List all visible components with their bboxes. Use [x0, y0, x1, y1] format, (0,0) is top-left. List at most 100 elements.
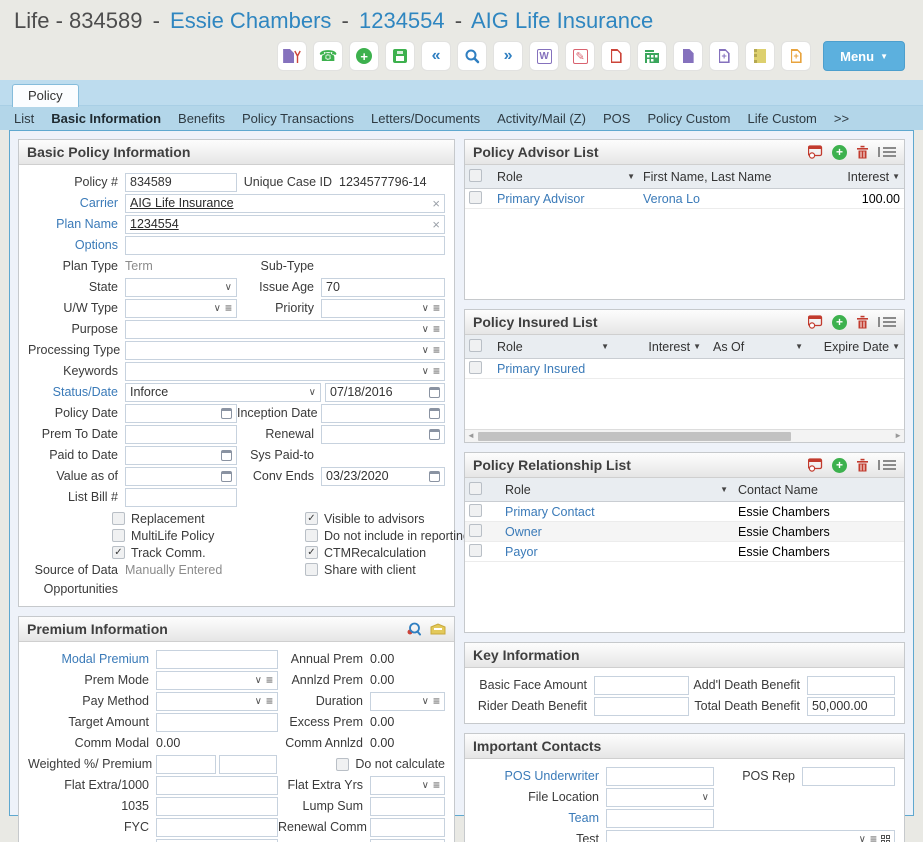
- clear-carrier-icon[interactable]: ×: [432, 196, 440, 211]
- insured-as-of-column[interactable]: As Of▼: [701, 340, 803, 354]
- filter-icon[interactable]: ▼: [627, 172, 635, 181]
- lump-sum-input[interactable]: [370, 797, 445, 816]
- prem-to-date-input[interactable]: [125, 425, 237, 444]
- subtab-basic-information[interactable]: Basic Information: [51, 111, 161, 126]
- list-menu-icon[interactable]: [878, 147, 896, 157]
- row-checkbox[interactable]: [469, 361, 482, 374]
- call-button[interactable]: ☎: [313, 41, 343, 71]
- relationship-row[interactable]: Payor Essie Chambers: [465, 542, 904, 562]
- uw-type-select[interactable]: ∨≡: [125, 299, 237, 318]
- options-input[interactable]: [125, 236, 445, 255]
- flat-extra-yrs-select[interactable]: ∨≡: [370, 776, 445, 795]
- filter-icon[interactable]: ▼: [892, 172, 900, 181]
- subtab-letters-documents[interactable]: Letters/Documents: [371, 111, 480, 126]
- row-checkbox[interactable]: [469, 504, 482, 517]
- add-button[interactable]: +: [349, 41, 379, 71]
- calendar-icon[interactable]: [429, 408, 440, 419]
- organization-button[interactable]: [637, 41, 667, 71]
- subtab-overflow[interactable]: >>: [834, 111, 849, 126]
- relationship-row[interactable]: Owner Essie Chambers: [465, 522, 904, 542]
- export-file-button[interactable]: +: [781, 41, 811, 71]
- policy-number-link[interactable]: 1234554: [359, 8, 445, 33]
- renewal-input[interactable]: [321, 425, 445, 444]
- audit-search-icon[interactable]: [406, 622, 421, 636]
- addl-death-benefit-input[interactable]: [807, 676, 895, 695]
- save-button[interactable]: [385, 41, 415, 71]
- prem-mode-select[interactable]: ∨≡: [156, 671, 278, 690]
- weighted-percent-input[interactable]: [156, 755, 216, 774]
- status-date-input[interactable]: 07/18/2016: [325, 383, 445, 402]
- purpose-select[interactable]: ∨≡: [125, 320, 445, 339]
- target-amount-input[interactable]: [156, 713, 278, 732]
- pos-rep-input[interactable]: [802, 767, 895, 786]
- calendar-icon[interactable]: [429, 387, 440, 398]
- filter-icon[interactable]: ▼: [892, 342, 900, 351]
- relationship-role-link[interactable]: Owner: [505, 525, 738, 539]
- advisor-name-link[interactable]: Verona Lo: [635, 192, 807, 206]
- carrier-link[interactable]: AIG Life Insurance: [471, 8, 653, 33]
- list-lookup-icon[interactable]: ≡: [266, 694, 273, 708]
- subtab-policy-custom[interactable]: Policy Custom: [647, 111, 730, 126]
- pos-underwriter-input[interactable]: [606, 767, 714, 786]
- insured-role-column[interactable]: Role▼: [497, 340, 609, 354]
- add-document-button[interactable]: +: [709, 41, 739, 71]
- archive-icon[interactable]: [430, 623, 446, 635]
- advisor-row[interactable]: Primary Advisor Verona Lo 100.00: [465, 189, 904, 209]
- select-all-checkbox[interactable]: [469, 169, 482, 182]
- next-record-button[interactable]: »: [493, 41, 523, 71]
- multilife-policy-checkbox[interactable]: [112, 529, 125, 542]
- contact-link[interactable]: Essie Chambers: [170, 8, 331, 33]
- add-row-icon[interactable]: +: [832, 145, 847, 160]
- rider-death-benefit-input[interactable]: [594, 697, 689, 716]
- calendar-icon[interactable]: [221, 471, 232, 482]
- insured-row[interactable]: Primary Insured: [465, 359, 904, 379]
- advisor-name-column[interactable]: First Name, Last Name: [635, 170, 807, 184]
- insured-role-link[interactable]: Primary Insured: [497, 362, 585, 376]
- list-lookup-icon[interactable]: ≡: [266, 673, 273, 687]
- advisor-role-column[interactable]: Role▼: [497, 170, 635, 184]
- team-label[interactable]: Team: [474, 811, 606, 825]
- insured-expire-column[interactable]: Expire Date▼: [803, 340, 900, 354]
- grid-settings-icon[interactable]: [808, 145, 823, 159]
- delete-icon[interactable]: [856, 458, 869, 472]
- list-bill-input[interactable]: [125, 488, 237, 507]
- ctm-recalculation-checkbox[interactable]: ✓: [305, 546, 318, 559]
- modal-premium-input[interactable]: [156, 650, 278, 669]
- scrollbar-thumb[interactable]: [478, 432, 791, 441]
- list-lookup-icon[interactable]: ≡: [870, 832, 877, 842]
- advisor-interest-column[interactable]: Interest▼: [807, 170, 900, 184]
- replacement-checkbox[interactable]: [112, 512, 125, 525]
- subtab-pos[interactable]: POS: [603, 111, 630, 126]
- policy-notes-button[interactable]: [277, 41, 307, 71]
- share-with-client-checkbox[interactable]: [305, 563, 318, 576]
- subtab-benefits[interactable]: Benefits: [178, 111, 225, 126]
- relationship-role-column[interactable]: Role▼: [505, 483, 738, 497]
- premium-list-bill-input[interactable]: [156, 839, 278, 842]
- edit-letter-button[interactable]: ✎: [565, 41, 595, 71]
- keywords-select[interactable]: ∨≡: [125, 362, 445, 381]
- delete-icon[interactable]: [856, 145, 869, 159]
- add-row-icon[interactable]: +: [832, 315, 847, 330]
- do-not-include-reporting-checkbox[interactable]: [305, 529, 318, 542]
- row-checkbox[interactable]: [469, 524, 482, 537]
- previous-record-button[interactable]: «: [421, 41, 451, 71]
- duration-select[interactable]: ∨≡: [370, 692, 445, 711]
- list-menu-icon[interactable]: [878, 317, 896, 327]
- status-date-label[interactable]: Status/Date: [28, 385, 125, 399]
- processing-type-select[interactable]: ∨≡: [125, 341, 445, 360]
- scroll-right-icon[interactable]: ►: [894, 432, 902, 440]
- filter-icon[interactable]: ▼: [720, 485, 728, 494]
- row-checkbox[interactable]: [469, 191, 482, 204]
- 1035-input[interactable]: [156, 797, 278, 816]
- issue-age-input[interactable]: 70: [321, 278, 445, 297]
- paid-to-date-input[interactable]: [125, 446, 237, 465]
- visible-to-advisors-checkbox[interactable]: ✓: [305, 512, 318, 525]
- priority-select[interactable]: ∨≡: [321, 299, 445, 318]
- list-lookup-icon[interactable]: ≡: [433, 778, 440, 792]
- list-lookup-icon[interactable]: ≡: [433, 301, 440, 315]
- fyc-input[interactable]: [156, 818, 278, 837]
- team-input[interactable]: [606, 809, 714, 828]
- plan-name-input[interactable]: 1234554 ×: [125, 215, 445, 234]
- subtab-list[interactable]: List: [14, 111, 34, 126]
- grid-settings-icon[interactable]: [808, 315, 823, 329]
